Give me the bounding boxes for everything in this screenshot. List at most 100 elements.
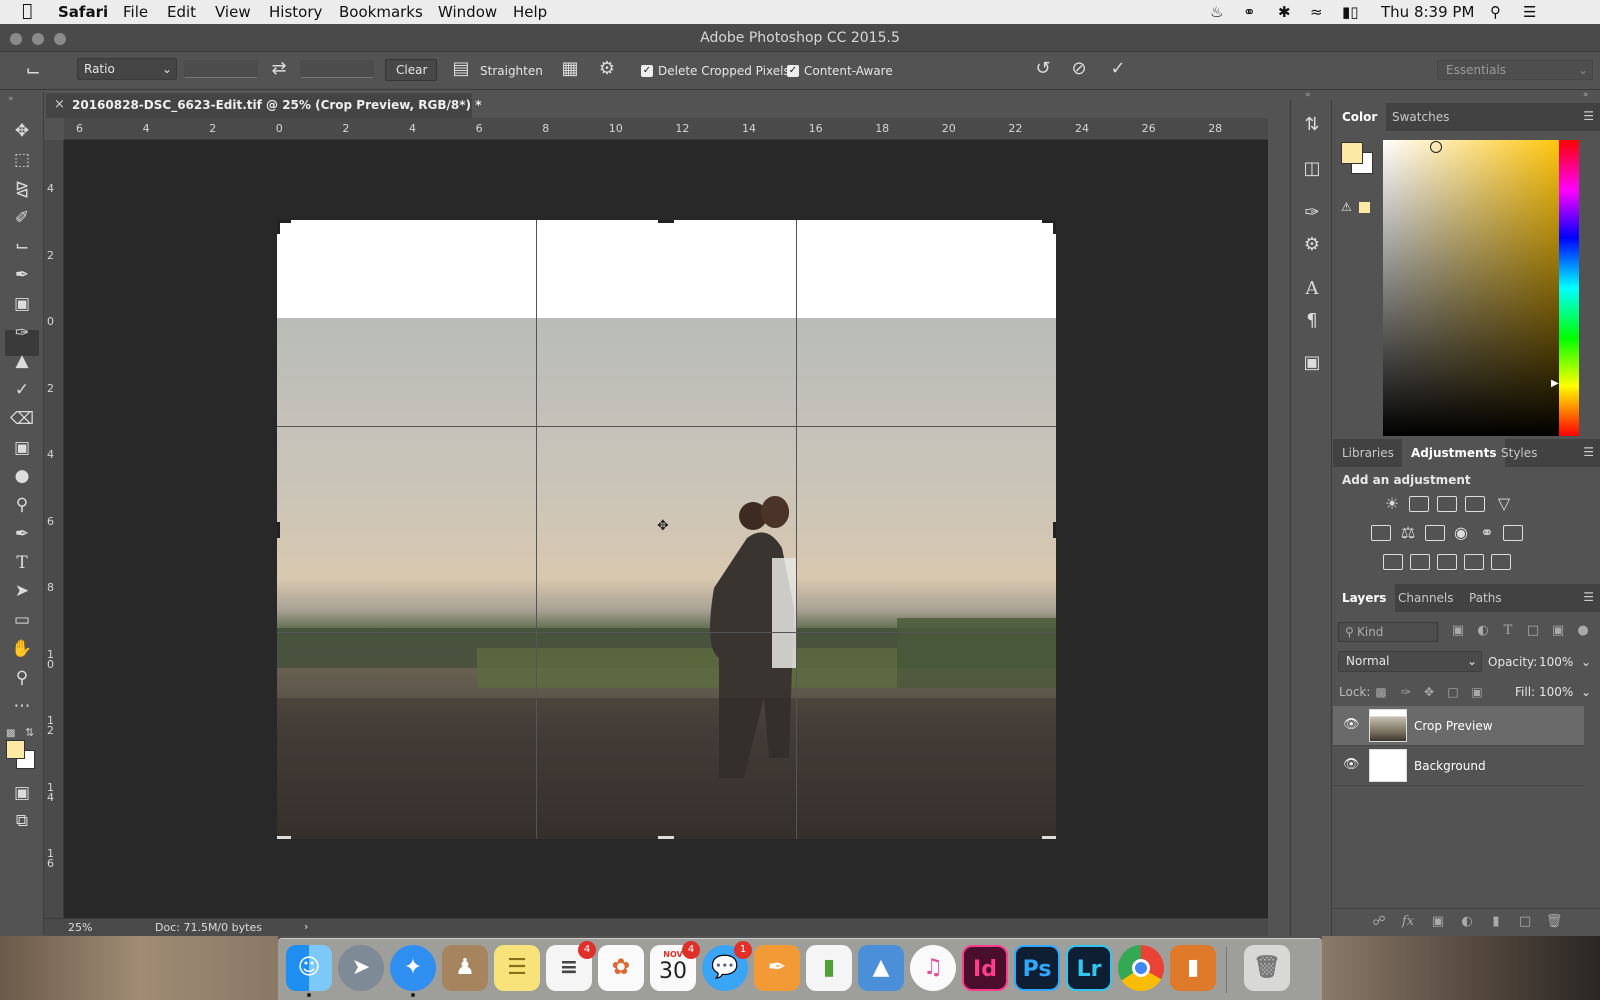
dock-contacts[interactable]: ♟	[442, 945, 488, 991]
layer-row-background[interactable]: 👁 Background	[1333, 746, 1584, 786]
dock-photos[interactable]: ✿	[598, 945, 644, 991]
tab-channels[interactable]: Channels	[1389, 584, 1463, 612]
filter-pixel-icon[interactable]: ▣	[1448, 620, 1468, 642]
brush-panel-icon[interactable]: ✑	[1300, 202, 1324, 228]
spotlight-icon[interactable]: ⚲	[1490, 3, 1501, 21]
commit-crop-icon[interactable]: ✓	[1106, 58, 1130, 80]
lasso-tool-icon[interactable]: ⧎	[9, 178, 35, 202]
color-picker-field[interactable]	[1383, 140, 1570, 436]
creative-cloud-icon[interactable]: ⚭	[1243, 3, 1256, 21]
menu-window[interactable]: Window	[438, 3, 497, 21]
app-menu[interactable]: Safari	[58, 3, 108, 21]
color-lookup-icon[interactable]	[1503, 525, 1523, 541]
lock-image-icon[interactable]: ✑	[1398, 681, 1414, 703]
hue-slider[interactable]	[1559, 140, 1579, 436]
ratio-select[interactable]: Ratio ⌄	[77, 58, 177, 80]
screen-mode-icon[interactable]: ⧉	[9, 810, 35, 834]
character-panel-icon[interactable]: A	[1300, 278, 1324, 304]
battery-icon[interactable]: ▮▯	[1342, 3, 1359, 21]
notification-center-icon[interactable]: ☰	[1523, 3, 1536, 21]
dock-pages[interactable]: ✒	[754, 945, 800, 991]
layer-style-icon[interactable]: fx	[1398, 911, 1418, 933]
lock-position-icon[interactable]: ✥	[1421, 681, 1437, 703]
fill-value[interactable]: 100%	[1539, 685, 1573, 699]
new-adjustment-layer-icon[interactable]: ◐	[1457, 911, 1477, 933]
opacity-value[interactable]: 100%	[1539, 655, 1573, 669]
rectangle-tool-icon[interactable]: ▭	[9, 609, 35, 633]
clock[interactable]: Thu 8:39 PM	[1381, 3, 1474, 21]
gamut-color-swatch[interactable]	[1359, 202, 1370, 213]
tab-libraries[interactable]: Libraries	[1333, 439, 1403, 467]
filter-shape-icon[interactable]: □	[1523, 620, 1543, 642]
swap-icon[interactable]: ⇄	[266, 58, 292, 80]
curves-icon[interactable]	[1437, 496, 1457, 512]
tab-swatches[interactable]: Swatches	[1383, 103, 1458, 131]
history-panel-icon[interactable]: ⇅	[1300, 114, 1324, 140]
dock-pocket[interactable]: ▮	[1170, 945, 1216, 991]
black-white-icon[interactable]	[1425, 525, 1445, 541]
close-document-icon[interactable]: ×	[54, 97, 65, 112]
dock-photoshop[interactable]: Ps	[1014, 945, 1060, 991]
menu-view[interactable]: View	[215, 3, 251, 21]
filter-smart-object-icon[interactable]: ▣	[1548, 620, 1568, 642]
dock-safari[interactable]: ✦	[390, 945, 436, 997]
collapse-strip-icon[interactable]: «	[1305, 90, 1311, 100]
posterize-icon[interactable]	[1410, 554, 1430, 570]
crop-handle-top-right[interactable]	[1053, 220, 1056, 234]
dock-trash[interactable]: 🗑	[1244, 945, 1290, 991]
exposure-icon[interactable]	[1465, 496, 1485, 512]
gradient-map-icon[interactable]	[1491, 554, 1511, 570]
tab-adjustments[interactable]: Adjustments	[1402, 439, 1506, 467]
hue-saturation-icon[interactable]	[1371, 525, 1391, 541]
crop-handle-top-left[interactable]	[277, 220, 280, 234]
quick-selection-tool-icon[interactable]: ✐	[9, 207, 35, 231]
hand-tool-icon[interactable]: ✋	[9, 638, 35, 662]
selective-color-icon[interactable]	[1464, 554, 1484, 570]
panel-menu-icon[interactable]: ☰	[1583, 445, 1594, 459]
crop-tool-icon[interactable]: ⌙	[9, 235, 35, 259]
flame-status-icon[interactable]: ♨	[1210, 3, 1223, 21]
layer-kind-filter[interactable]: ⚲ Kind	[1338, 622, 1438, 642]
invert-icon[interactable]	[1383, 554, 1403, 570]
tool-presets-icon[interactable]: ⚙	[1300, 234, 1324, 260]
history-brush-tool-icon[interactable]: ✓	[9, 379, 35, 403]
dock-indesign[interactable]: Id	[962, 945, 1008, 991]
clone-stamp-tool-icon[interactable]: ▲	[9, 350, 35, 374]
menu-file[interactable]: File	[123, 3, 148, 21]
layer-name[interactable]: Background	[1414, 759, 1486, 773]
workspace-select[interactable]: Essentials ⌄	[1437, 60, 1593, 80]
bluetooth-icon[interactable]: ✱	[1278, 3, 1291, 21]
lock-all-icon[interactable]: ▣	[1469, 681, 1485, 703]
default-colors-icon[interactable]: ▩	[6, 728, 15, 739]
filter-toggle-icon[interactable]: ●	[1573, 620, 1593, 642]
settings-gear-icon[interactable]: ⚙	[596, 58, 618, 80]
healing-brush-tool-icon[interactable]: ▣	[9, 293, 35, 317]
panel-menu-icon[interactable]: ☰	[1583, 590, 1594, 604]
crop-tool-preset-icon[interactable]: ⌙	[20, 60, 46, 82]
blend-mode-select[interactable]: Normal ⌄	[1338, 651, 1482, 672]
straighten-icon[interactable]: ▤	[450, 58, 472, 80]
quick-mask-icon[interactable]: ▣	[9, 782, 35, 806]
tab-styles[interactable]: Styles	[1492, 439, 1546, 467]
filter-type-icon[interactable]: T	[1498, 620, 1518, 642]
zoom-tool-icon[interactable]: ⚲	[9, 667, 35, 691]
crop-handle-bottom-right[interactable]	[1042, 836, 1056, 839]
type-tool-icon[interactable]: T	[9, 552, 35, 576]
more-tools-icon[interactable]: ⋯	[9, 695, 35, 719]
crop-handle-left[interactable]	[277, 522, 280, 538]
tab-paths[interactable]: Paths	[1460, 584, 1511, 612]
height-input[interactable]	[300, 60, 374, 78]
collapse-panels-icon[interactable]: »	[1583, 90, 1589, 100]
layer-row-crop-preview[interactable]: 👁 Crop Preview	[1333, 706, 1584, 746]
eraser-tool-icon[interactable]: ⌫	[9, 408, 35, 432]
content-aware-checkbox[interactable]: ✓	[787, 65, 799, 77]
pen-tool-icon[interactable]: ✒	[9, 523, 35, 547]
new-group-icon[interactable]: ▮	[1486, 911, 1506, 933]
collapse-panel-icon[interactable]: »	[8, 94, 14, 104]
zoom-level[interactable]: 25%	[68, 921, 92, 934]
dodge-tool-icon[interactable]: ⚲	[9, 494, 35, 518]
lock-artboard-icon[interactable]: □	[1445, 681, 1461, 703]
tab-color[interactable]: Color	[1333, 103, 1387, 131]
link-layers-icon[interactable]: ☍	[1369, 911, 1389, 933]
paragraph-panel-icon[interactable]: ¶	[1300, 310, 1324, 336]
